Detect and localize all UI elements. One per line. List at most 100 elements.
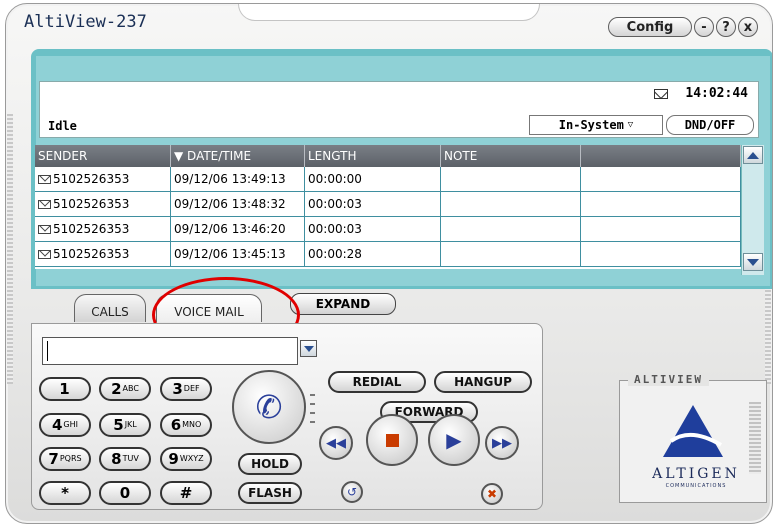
tab-calls-label: CALLS (91, 305, 129, 319)
presence-label: In-System (558, 118, 624, 132)
rewind-button[interactable]: ◀◀ (319, 426, 353, 460)
key-9[interactable]: 9 WXYZ (160, 447, 212, 471)
table-row[interactable]: 5102526353 09/12/06 13:48:32 00:00:03 (35, 192, 741, 217)
cell-length: 00:00:28 (305, 242, 441, 266)
flash-button[interactable]: FLASH (238, 482, 302, 504)
key-letters: MNO (182, 420, 202, 429)
cell-note (441, 242, 581, 266)
tab-calls[interactable]: CALLS (74, 294, 146, 322)
brand-subtitle: COMMUNICATIONS (665, 483, 727, 489)
key-4[interactable]: 4 GHI (39, 413, 91, 437)
close-button[interactable]: x (738, 17, 758, 37)
key-digit: 8 (111, 450, 122, 468)
column-header-sender[interactable]: SENDER (35, 145, 171, 167)
table-header: SENDER ▼ DATE/TIME LENGTH NOTE (35, 145, 741, 167)
key-letters: JKL (124, 420, 137, 429)
brand-name: ALTIGEN (652, 466, 740, 482)
replay-icon: ↺ (346, 485, 358, 499)
hold-button[interactable]: HOLD (238, 453, 302, 475)
cell-datetime: 09/12/06 13:49:13 (171, 167, 305, 191)
dial-history-dropdown[interactable] (300, 340, 317, 357)
altigen-logo-icon (663, 405, 723, 457)
message-icon (38, 250, 51, 259)
dnd-button[interactable]: DND/OFF (666, 115, 754, 135)
message-icon (38, 225, 51, 234)
key-5[interactable]: 5 JKL (99, 413, 151, 437)
column-header-note[interactable]: NOTE (441, 145, 581, 167)
redial-button[interactable]: REDIAL (328, 371, 426, 393)
key-digit: 7 (48, 450, 59, 468)
presence-dropdown[interactable]: In-System ▽ (529, 115, 663, 135)
column-header-empty (581, 145, 741, 167)
chevron-down-icon: ▽ (627, 120, 634, 130)
delete-x-icon: ✖ (486, 487, 498, 501)
table-scrollbar[interactable] (741, 145, 764, 275)
delete-button[interactable]: ✖ (481, 483, 503, 505)
voicemail-table: SENDER ▼ DATE/TIME LENGTH NOTE 510252635… (35, 145, 741, 269)
key-8[interactable]: 8 TUV (99, 447, 151, 471)
key-digit: 1 (59, 380, 70, 398)
key-0[interactable]: 0 (99, 481, 151, 505)
logo-section-title: ALTIVIEW (628, 373, 709, 386)
rewind-icon: ◀◀ (326, 435, 346, 451)
message-icon (38, 200, 51, 209)
cell-empty (581, 242, 741, 266)
cell-datetime: 09/12/06 13:48:32 (171, 192, 305, 216)
key-letters: WXYZ (179, 454, 204, 463)
expand-button[interactable]: EXPAND (290, 293, 396, 315)
column-header-length[interactable]: LENGTH (305, 145, 441, 167)
play-button[interactable]: ▶ (428, 414, 480, 466)
key-3[interactable]: 3 DEF (160, 377, 212, 401)
table-row[interactable]: 5102526353 09/12/06 13:45:13 00:00:28 (35, 242, 741, 267)
cell-datetime: 09/12/06 13:45:13 (171, 242, 305, 266)
cell-note (441, 167, 581, 191)
key-6[interactable]: 6 MNO (160, 413, 212, 437)
arrow-up-icon (747, 151, 759, 159)
column-header-datetime[interactable]: ▼ DATE/TIME (171, 145, 305, 167)
stop-button[interactable] (366, 414, 418, 466)
sender-text: 5102526353 (53, 172, 130, 186)
title-notch (238, 4, 540, 21)
voicemail-envelope-icon (654, 89, 668, 99)
window-title: AltiView-237 (24, 12, 147, 32)
config-label: Config (626, 19, 674, 35)
key-letters: TUV (122, 454, 139, 463)
key-7[interactable]: 7 PQRS (39, 447, 91, 471)
cell-empty (581, 217, 741, 241)
minimize-button[interactable]: - (694, 17, 714, 37)
key-star[interactable]: * (39, 481, 91, 505)
left-resize-grip[interactable] (7, 114, 13, 384)
scroll-down-button[interactable] (743, 253, 763, 271)
key-digit: 2 (111, 380, 122, 398)
table-row[interactable]: 5102526353 09/12/06 13:49:13 00:00:00 (35, 167, 741, 192)
cell-sender: 5102526353 (35, 217, 171, 241)
key-2[interactable]: 2 ABC (99, 377, 151, 401)
key-1[interactable]: 1 (39, 377, 91, 401)
hangup-button[interactable]: HANGUP (434, 371, 532, 393)
cell-empty (581, 167, 741, 191)
replay-button[interactable]: ↺ (341, 481, 363, 503)
key-letters: PQRS (59, 454, 82, 463)
key-digit: 9 (168, 450, 179, 468)
config-button[interactable]: Config (608, 17, 692, 37)
cell-sender: 5102526353 (35, 242, 171, 266)
sender-text: 5102526353 (53, 197, 130, 211)
cell-empty (581, 192, 741, 216)
cell-sender: 5102526353 (35, 167, 171, 191)
logo-grip (749, 402, 761, 474)
cell-note (441, 192, 581, 216)
fast-forward-button[interactable]: ▶▶ (485, 426, 519, 460)
key-pound[interactable]: # (160, 481, 212, 505)
dial-call-button[interactable]: ✆ (232, 370, 306, 444)
fast-forward-icon: ▶▶ (492, 435, 512, 451)
help-button[interactable]: ? (716, 17, 736, 37)
dial-number-input[interactable] (42, 337, 298, 365)
minimize-icon: - (701, 19, 707, 35)
scroll-up-button[interactable] (743, 146, 763, 164)
table-row[interactable]: 5102526353 09/12/06 13:46:20 00:00:03 (35, 217, 741, 242)
cell-note (441, 217, 581, 241)
status-display: Idle 14:02:44 In-System ▽ DND/OFF (39, 81, 759, 138)
cell-sender: 5102526353 (35, 192, 171, 216)
sender-text: 5102526353 (53, 247, 130, 261)
cell-length: 00:00:03 (305, 192, 441, 216)
